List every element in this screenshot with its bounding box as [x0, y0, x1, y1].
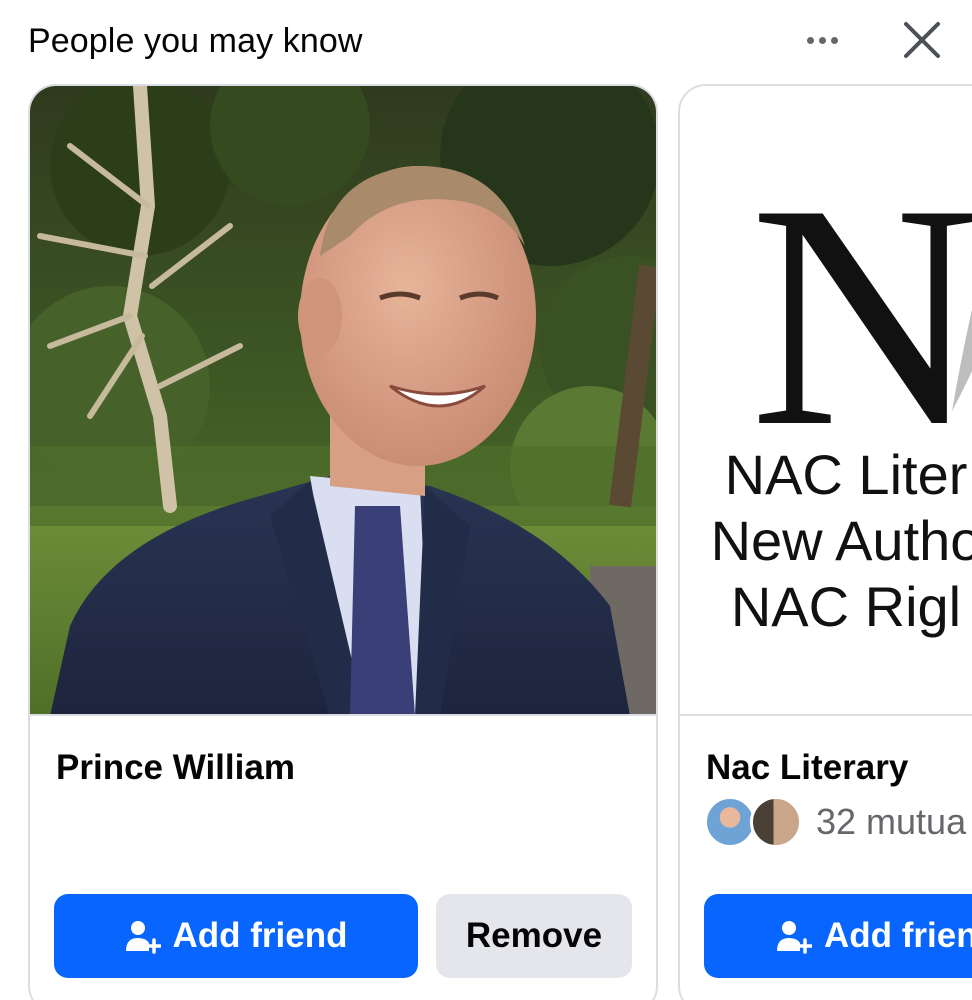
person-name[interactable]: Prince William	[56, 748, 295, 788]
add-friend-button[interactable]: Add friend	[54, 894, 418, 978]
mutual-friends[interactable]: 32 mutua	[704, 794, 966, 850]
avatar	[750, 796, 802, 848]
add-friend-button[interactable]: Add frien	[704, 894, 972, 978]
profile-photo-image	[30, 86, 656, 714]
add-friend-icon	[125, 921, 161, 954]
logo-line: New Autho	[710, 509, 972, 572]
profile-photo[interactable]	[30, 86, 656, 716]
add-friend-label: Add friend	[172, 916, 348, 955]
quill-icon	[952, 309, 972, 411]
avatar	[704, 796, 756, 848]
close-icon[interactable]	[896, 14, 948, 66]
logo-line: NAC Liter	[724, 443, 968, 506]
suggestions-header: People you may know	[0, 0, 972, 84]
profile-photo[interactable]: N NAC Liter New Autho NAC Rigl	[680, 86, 972, 716]
more-horizontal-icon	[806, 36, 814, 44]
add-friend-label: Add frien	[824, 916, 972, 955]
remove-button[interactable]: Remove	[436, 894, 632, 978]
suggestion-card[interactable]: Prince William Add friend Remove	[28, 84, 658, 1000]
logo-line: NAC Rigl	[730, 575, 962, 638]
add-friend-icon	[777, 921, 812, 954]
mutual-friends-count: 32 mutua	[816, 801, 967, 842]
person-name[interactable]: Nac Literary	[706, 748, 908, 788]
logo-text: NAC Liter New Autho NAC Rigl	[686, 442, 972, 640]
remove-label: Remove	[465, 916, 603, 955]
logo-letter: N	[750, 139, 972, 493]
section-title: People you may know	[28, 22, 363, 60]
mutual-avatars	[704, 794, 808, 850]
suggestion-card[interactable]: N NAC Liter New Autho NAC Rigl Nac Liter…	[678, 84, 972, 1000]
more-options-button[interactable]	[798, 20, 846, 60]
